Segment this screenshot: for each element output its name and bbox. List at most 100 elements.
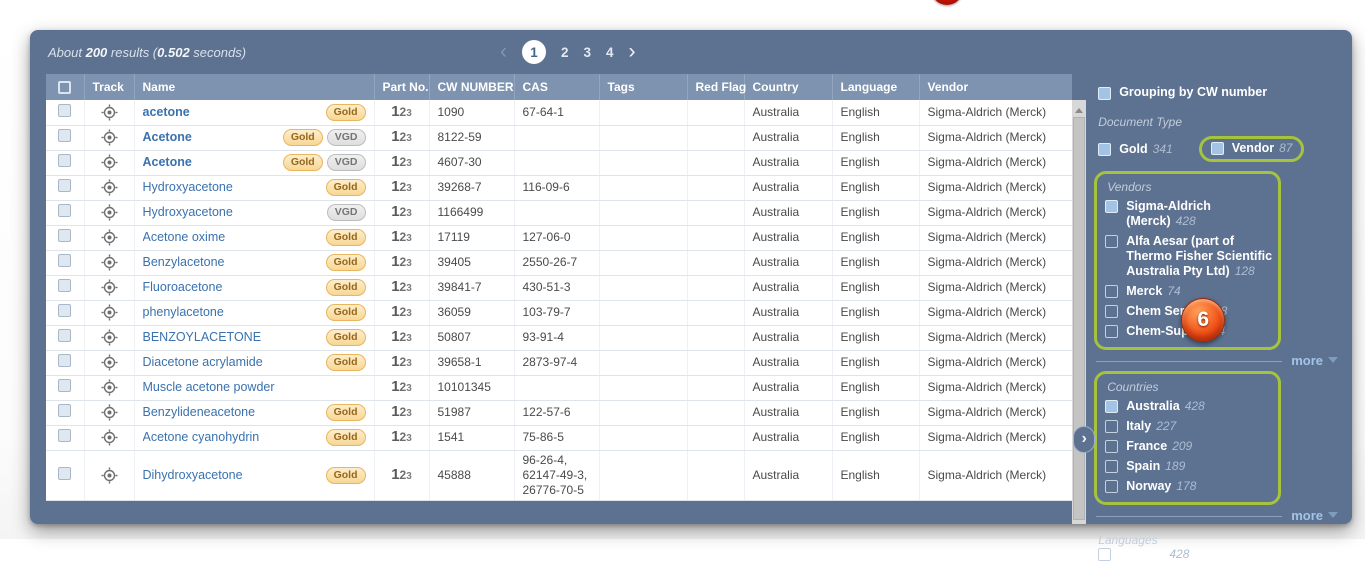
substance-name-link[interactable]: Muscle acetone powder (143, 380, 366, 395)
track-icon[interactable] (101, 429, 118, 446)
alert-orb-icon[interactable] (931, 0, 963, 5)
vendor-option[interactable]: Alfa Aesar (part of Thermo Fisher Scient… (1105, 234, 1274, 279)
part-no-icon[interactable]: 123 (391, 154, 412, 171)
track-icon[interactable] (101, 467, 118, 484)
country-option[interactable]: Norway 178 (1105, 479, 1274, 494)
row-checkbox[interactable] (58, 229, 72, 242)
language-option[interactable]: English 428 (1098, 547, 1338, 562)
row-checkbox[interactable] (58, 179, 72, 192)
filter-checkbox[interactable] (1105, 305, 1119, 318)
doc-type-gold-option[interactable]: Gold 341 (1098, 142, 1173, 157)
row-checkbox[interactable] (58, 129, 72, 142)
part-no-icon[interactable]: 123 (391, 179, 412, 196)
part-no-icon[interactable]: 123 (391, 404, 412, 421)
filter-checkbox[interactable] (1105, 480, 1119, 493)
part-no-icon[interactable]: 123 (391, 204, 412, 221)
country-option[interactable]: France 209 (1105, 439, 1274, 454)
part-no-icon[interactable]: 123 (391, 229, 412, 246)
country-option[interactable]: Australia 428 (1105, 399, 1274, 414)
track-icon[interactable] (101, 104, 118, 121)
row-checkbox[interactable] (58, 254, 72, 267)
track-icon[interactable] (101, 404, 118, 421)
row-checkbox[interactable] (58, 204, 72, 217)
filter-checkbox[interactable] (1105, 325, 1119, 338)
substance-name-link[interactable]: acetone (143, 105, 326, 120)
row-checkbox[interactable] (58, 279, 72, 292)
filter-checkbox[interactable] (1105, 200, 1119, 213)
countries-more-link[interactable]: more (1291, 507, 1338, 523)
pagination-page-3[interactable]: 3 (584, 45, 592, 60)
track-icon[interactable] (101, 254, 118, 271)
pagination-page-2[interactable]: 2 (561, 45, 569, 60)
substance-name-link[interactable]: Acetone (143, 155, 283, 170)
track-icon[interactable] (101, 154, 118, 171)
track-icon[interactable] (101, 279, 118, 296)
row-checkbox[interactable] (58, 429, 72, 442)
pagination-next-icon[interactable]: › (629, 41, 636, 62)
filter-checkbox[interactable] (1105, 420, 1119, 433)
track-icon[interactable] (101, 329, 118, 346)
row-checkbox[interactable] (58, 404, 72, 417)
row-checkbox[interactable] (58, 379, 72, 392)
substance-name-link[interactable]: Fluoroacetone (143, 280, 326, 295)
filter-checkbox[interactable] (1105, 400, 1119, 413)
vendor-option[interactable]: Merck 74 (1105, 284, 1274, 299)
country-option[interactable]: Italy 227 (1105, 419, 1274, 434)
part-no-icon[interactable]: 123 (391, 304, 412, 321)
part-no-icon[interactable]: 123 (391, 104, 412, 121)
substance-name-link[interactable]: phenylacetone (143, 305, 326, 320)
part-no-icon[interactable]: 123 (391, 467, 412, 484)
scroll-up-icon[interactable] (1075, 104, 1083, 113)
vendors-more-link[interactable]: more (1291, 352, 1338, 368)
substance-name-link[interactable]: Diacetone acrylamide (143, 355, 326, 370)
part-no-icon[interactable]: 123 (391, 129, 412, 146)
filter-checkbox[interactable] (1105, 460, 1119, 473)
row-checkbox[interactable] (58, 354, 72, 367)
track-icon[interactable] (101, 129, 118, 146)
pagination-prev-icon[interactable]: ‹ (500, 41, 507, 62)
substance-name-link[interactable]: Hydroxyacetone (143, 180, 326, 195)
grouping-checkbox[interactable] (1098, 86, 1112, 100)
track-icon[interactable] (101, 304, 118, 321)
country-option[interactable]: Spain 189 (1105, 459, 1274, 474)
sidebar-collapse-handle[interactable]: › (1073, 426, 1096, 453)
tags-cell (599, 300, 688, 326)
filter-checkbox[interactable] (1105, 285, 1119, 298)
vendor-option[interactable]: Sigma-Aldrich (Merck) 428 (1105, 199, 1274, 229)
filter-checkbox[interactable] (1210, 142, 1224, 155)
part-no-icon[interactable]: 123 (391, 329, 412, 346)
pagination-page-1[interactable]: 1 (522, 40, 546, 64)
row-checkbox[interactable] (58, 304, 72, 317)
grouping-option[interactable]: Grouping by CW number (1098, 85, 1338, 100)
substance-name-link[interactable]: Acetone (143, 130, 283, 145)
part-no-icon[interactable]: 123 (391, 279, 412, 296)
select-all-checkbox[interactable] (58, 81, 72, 95)
track-icon[interactable] (101, 379, 118, 396)
substance-name-link[interactable]: Benzylacetone (143, 255, 326, 270)
part-no-icon[interactable]: 123 (391, 354, 412, 371)
part-no-icon[interactable]: 123 (391, 429, 412, 446)
filter-checkbox[interactable] (1098, 142, 1112, 156)
substance-name-link[interactable]: Acetone cyanohydrin (143, 430, 326, 445)
track-icon[interactable] (101, 204, 118, 221)
substance-name-link[interactable]: BENZOYLACETONE (143, 330, 326, 345)
part-no-icon[interactable]: 123 (391, 254, 412, 271)
filter-checkbox[interactable] (1105, 440, 1119, 453)
substance-name-link[interactable]: Benzylideneacetone (143, 405, 326, 420)
pagination-page-4[interactable]: 4 (606, 45, 614, 60)
filter-checkbox[interactable] (1105, 235, 1119, 248)
substance-name-link[interactable]: Dihydroxyacetone (143, 468, 326, 483)
row-checkbox[interactable] (58, 103, 72, 117)
track-icon[interactable] (101, 229, 118, 246)
row-checkbox[interactable] (58, 329, 72, 342)
part-no-icon[interactable]: 123 (391, 379, 412, 396)
substance-name-link[interactable]: Hydroxyacetone (143, 205, 327, 220)
substance-name-link[interactable]: Acetone oxime (143, 230, 326, 245)
row-checkbox[interactable] (58, 154, 72, 167)
track-icon[interactable] (101, 179, 118, 196)
filter-checkbox[interactable] (1098, 548, 1112, 561)
row-checkbox[interactable] (58, 466, 72, 480)
scrollbar-thumb[interactable] (1073, 117, 1085, 520)
doc-type-vendor-option[interactable]: Vendor 87 (1210, 141, 1292, 156)
track-icon[interactable] (101, 354, 118, 371)
